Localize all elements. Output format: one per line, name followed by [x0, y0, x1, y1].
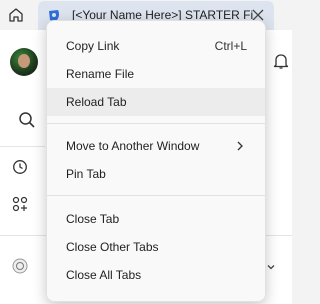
- tab-context-menu: Copy Link Ctrl+L Rename File Reload Tab …: [46, 20, 266, 302]
- chevron-down-icon[interactable]: [266, 262, 276, 272]
- menu-item-label: Rename File: [66, 67, 135, 81]
- menu-item-move-window[interactable]: Move to Another Window: [47, 132, 265, 160]
- search-button[interactable]: [17, 110, 37, 130]
- menu-item-label: Close Tab: [66, 212, 120, 226]
- menu-item-reload-tab[interactable]: Reload Tab: [47, 88, 265, 116]
- menu-item-copy-link[interactable]: Copy Link Ctrl+L: [47, 32, 265, 60]
- menu-item-label: Copy Link: [66, 39, 120, 53]
- apps-button[interactable]: [10, 194, 30, 214]
- menu-item-rename-file[interactable]: Rename File: [47, 60, 265, 88]
- menu-item-close-all-tabs[interactable]: Close All Tabs: [47, 261, 265, 289]
- menu-item-label: Close All Tabs: [66, 268, 142, 282]
- menu-separator: [47, 195, 265, 196]
- history-button[interactable]: [10, 157, 30, 177]
- divider: [0, 146, 45, 147]
- history-icon: [13, 160, 27, 174]
- apps-icon: [12, 196, 28, 212]
- menu-separator: [47, 123, 265, 124]
- menu-item-label: Move to Another Window: [66, 139, 200, 153]
- bell-icon[interactable]: [272, 52, 290, 70]
- menu-item-pin-tab[interactable]: Pin Tab: [47, 160, 265, 188]
- workspace-button[interactable]: [10, 256, 30, 276]
- menu-item-label: Close Other Tabs: [66, 240, 159, 254]
- menu-item-close-other-tabs[interactable]: Close Other Tabs: [47, 233, 265, 261]
- search-icon: [19, 112, 35, 128]
- menu-item-label: Reload Tab: [66, 95, 127, 109]
- menu-item-close-tab[interactable]: Close Tab: [47, 205, 265, 233]
- workspace-icon: [12, 258, 28, 274]
- shortcut-label: Ctrl+L: [214, 39, 247, 53]
- chevron-right-icon: [237, 141, 243, 151]
- home-icon: [9, 8, 23, 22]
- menu-item-label: Pin Tab: [66, 167, 106, 181]
- avatar[interactable]: [10, 48, 38, 76]
- home-button[interactable]: [5, 4, 27, 26]
